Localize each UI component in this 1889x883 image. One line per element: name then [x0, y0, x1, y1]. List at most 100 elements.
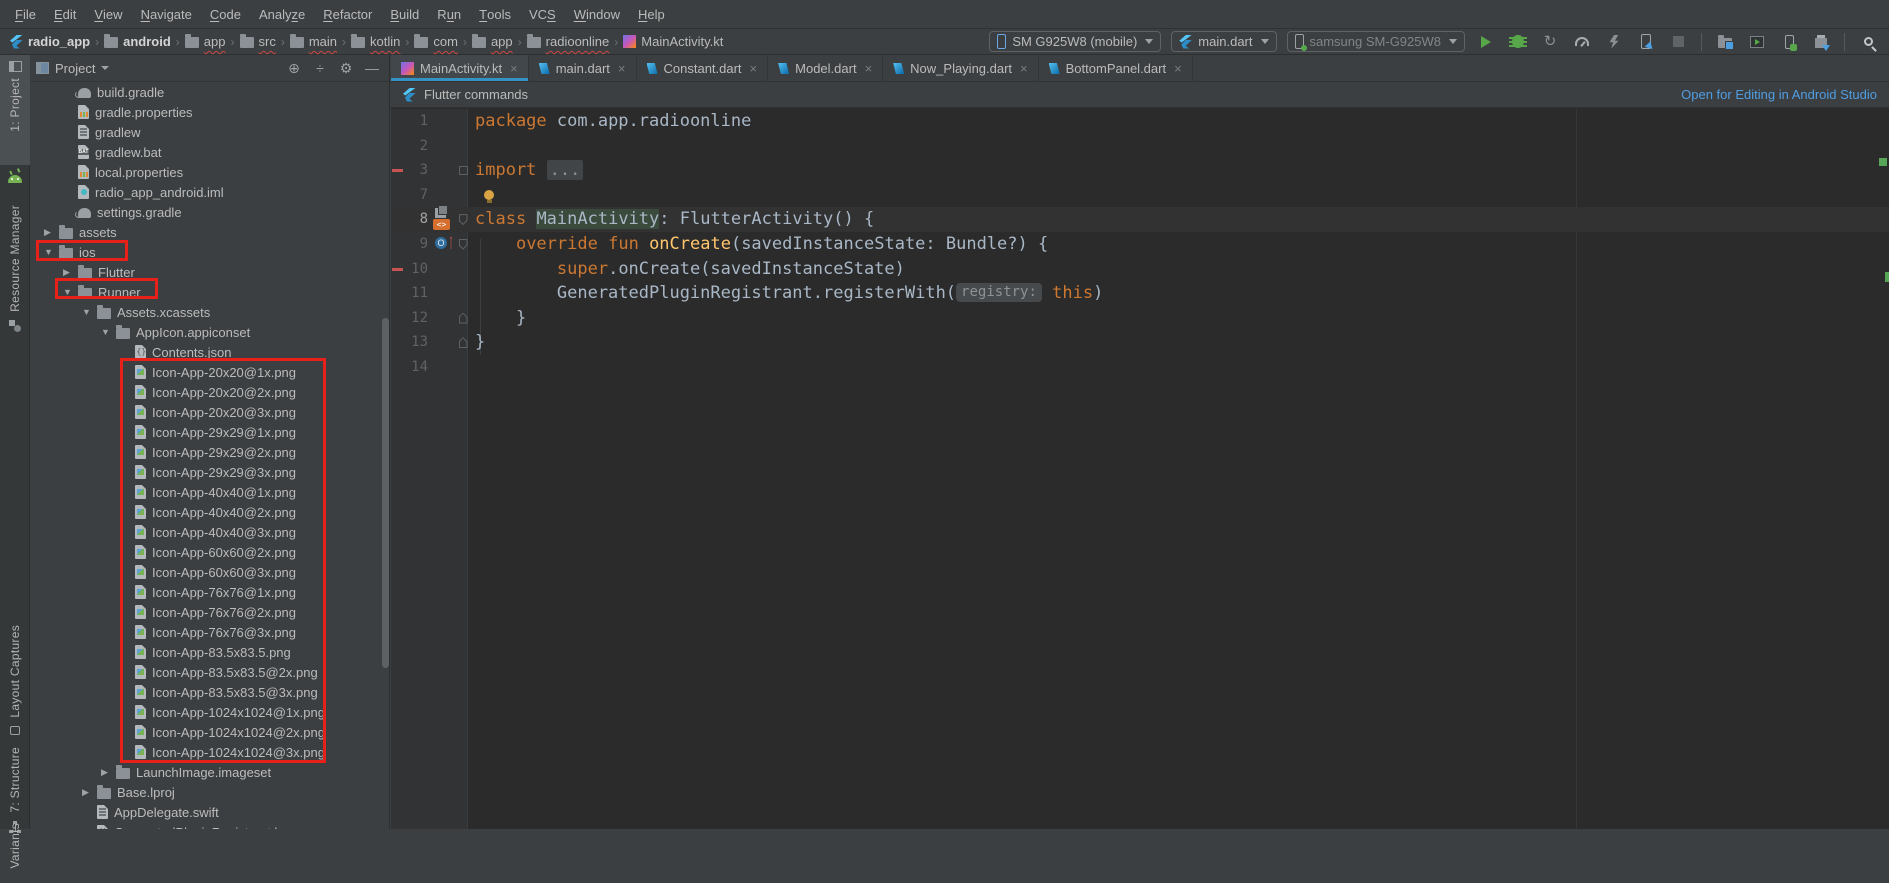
breadcrumb-item-radioonline[interactable]: radioonline [527, 34, 610, 49]
tree-row-icon-app-76x76-3x-png[interactable]: Icon-App-76x76@3x.png [30, 622, 389, 642]
tab-model-dart[interactable]: Model.dart× [768, 55, 883, 81]
search-everywhere-button[interactable] [1857, 31, 1879, 53]
tree-row-local-properties[interactable]: local.properties [30, 162, 389, 182]
breadcrumb-item-app[interactable]: app [472, 34, 513, 49]
locate-file-button[interactable]: ⊕ [283, 57, 305, 79]
menu-item-refactor[interactable]: Refactor [314, 0, 381, 28]
breadcrumb-item-src[interactable]: src [240, 34, 276, 49]
menu-item-build[interactable]: Build [381, 0, 428, 28]
tree-row-gradlew[interactable]: gradlew [30, 122, 389, 142]
menu-item-help[interactable]: Help [629, 0, 674, 28]
hide-panel-button[interactable]: — [361, 57, 383, 79]
tree-row-generatedpluginregistrant-h[interactable]: GeneratedPluginRegistrant.h [30, 822, 389, 829]
sidebar-item-project[interactable]: 1: Project [0, 55, 30, 165]
tree-row-icon-app-29x29-1x-png[interactable]: Icon-App-29x29@1x.png [30, 422, 389, 442]
tree-row-base-lproj[interactable]: ▶Base.lproj [30, 782, 389, 802]
tab-constant-dart[interactable]: Constant.dart× [637, 55, 769, 81]
tab-now_playing-dart[interactable]: Now_Playing.dart× [883, 55, 1038, 81]
gutter-icons[interactable]: <> [433, 208, 459, 231]
menu-item-code[interactable]: Code [201, 0, 250, 28]
tree-row-appicon-appiconset[interactable]: ▼AppIcon.appiconset [30, 322, 389, 342]
tab-bottompanel-dart[interactable]: BottomPanel.dart× [1039, 55, 1193, 81]
avd-manager-button[interactable] [1746, 31, 1768, 53]
tree-row-contents-json[interactable]: Contents.json [30, 342, 389, 362]
sidebar-item-resource-manager[interactable]: Resource Manager [0, 205, 30, 335]
menu-item-tools[interactable]: Tools [470, 0, 520, 28]
tree-row-icon-app-1024x1024-3x-png[interactable]: Icon-App-1024x1024@3x.png [30, 742, 389, 762]
tree-row-icon-app-1024x1024-2x-png[interactable]: Icon-App-1024x1024@2x.png [30, 722, 389, 742]
breadcrumb-item-android[interactable]: android [104, 34, 171, 49]
profile-button[interactable] [1571, 31, 1593, 53]
menu-item-edit[interactable]: Edit [45, 0, 85, 28]
tab-mainactivity-kt[interactable]: MainActivity.kt× [391, 55, 529, 81]
tree-row-assets[interactable]: ▶assets [30, 222, 389, 242]
breadcrumb-item-main[interactable]: main [290, 34, 337, 49]
gutter-icons[interactable]: O [433, 233, 459, 256]
tree-scrollbar[interactable] [382, 318, 389, 668]
fold-marker[interactable] [457, 330, 469, 355]
lightbulb-icon[interactable] [484, 190, 494, 200]
tree-row-icon-app-76x76-1x-png[interactable]: Icon-App-76x76@1x.png [30, 582, 389, 602]
breadcrumb-item-app[interactable]: app [185, 34, 226, 49]
menu-item-analyze[interactable]: Analyze [250, 0, 314, 28]
tree-row-flutter[interactable]: ▶Flutter [30, 262, 389, 282]
menu-item-view[interactable]: View [85, 0, 131, 28]
breadcrumb-item-radio_app[interactable]: radio_app [10, 34, 90, 49]
tree-row-launchimage-imageset[interactable]: ▶LaunchImage.imageset [30, 762, 389, 782]
tree-row-icon-app-83-5x83-5-3x-png[interactable]: Icon-App-83.5x83.5@3x.png [30, 682, 389, 702]
breadcrumb-item-com[interactable]: com [414, 34, 458, 49]
tree-row-gradlew-bat[interactable]: gradlew.bat [30, 142, 389, 162]
sidebar-item-structure[interactable]: 7: Structure [0, 747, 30, 833]
sidebar-item-layout-captures[interactable]: Layout Captures [0, 625, 30, 735]
tree-row-icon-app-20x20-1x-png[interactable]: Icon-App-20x20@1x.png [30, 362, 389, 382]
tree-row-icon-app-29x29-2x-png[interactable]: Icon-App-29x29@2x.png [30, 442, 389, 462]
settings-gear-button[interactable]: ⚙ [335, 57, 357, 79]
collapse-all-button[interactable]: ÷ [309, 57, 331, 79]
close-tab-icon[interactable]: × [1174, 62, 1182, 75]
breadcrumb-item-kotlin[interactable]: kotlin [351, 34, 400, 49]
apply-code-changes-button[interactable] [1603, 31, 1625, 53]
fold-marker[interactable] [457, 158, 469, 183]
tree-row-radio_app_android-iml[interactable]: radio_app_android.iml [30, 182, 389, 202]
code-editor[interactable]: 1package com.app.radioonline23import ...… [391, 109, 1889, 829]
tree-row-icon-app-83-5x83-5-2x-png[interactable]: Icon-App-83.5x83.5@2x.png [30, 662, 389, 682]
close-tab-icon[interactable]: × [750, 62, 758, 75]
open-in-android-studio-link[interactable]: Open for Editing in Android Studio [1681, 87, 1877, 102]
tree-row-gradle-properties[interactable]: gradle.properties [30, 102, 389, 122]
tree-row-ios[interactable]: ▼ios [30, 242, 389, 262]
tree-row-build-gradle[interactable]: build.gradle [30, 82, 389, 102]
run-config-dropdown[interactable]: main.dart [1171, 31, 1276, 52]
tab-main-dart[interactable]: main.dart× [529, 55, 637, 81]
close-tab-icon[interactable]: × [865, 62, 873, 75]
panel-title[interactable]: Project [55, 61, 95, 76]
menu-item-navigate[interactable]: Navigate [132, 0, 201, 28]
device-manager-button[interactable] [1778, 31, 1800, 53]
tree-row-icon-app-40x40-1x-png[interactable]: Icon-App-40x40@1x.png [30, 482, 389, 502]
device-selector-dropdown[interactable]: SM G925W8 (mobile) [989, 31, 1161, 52]
stop-button[interactable] [1667, 31, 1689, 53]
debug-button[interactable] [1507, 31, 1529, 53]
breadcrumb-item-mainactivity-kt[interactable]: MainActivity.kt [623, 34, 723, 49]
tree-row-runner[interactable]: ▼Runner [30, 282, 389, 302]
fold-marker[interactable] [457, 207, 469, 232]
tree-row-icon-app-76x76-2x-png[interactable]: Icon-App-76x76@2x.png [30, 602, 389, 622]
target-device-dropdown[interactable]: samsung SM-G925W8 [1287, 31, 1466, 52]
close-tab-icon[interactable]: × [1020, 62, 1028, 75]
tree-row-appdelegate-swift[interactable]: AppDelegate.swift [30, 802, 389, 822]
fold-marker[interactable] [457, 306, 469, 331]
attach-debugger-button[interactable] [1635, 31, 1657, 53]
tree-row-icon-app-60x60-2x-png[interactable]: Icon-App-60x60@2x.png [30, 542, 389, 562]
sidebar-item-variants[interactable]: Variants [0, 823, 30, 883]
tree-row-icon-app-29x29-3x-png[interactable]: Icon-App-29x29@3x.png [30, 462, 389, 482]
tree-row-icon-app-1024x1024-1x-png[interactable]: Icon-App-1024x1024@1x.png [30, 702, 389, 722]
tree-row-icon-app-20x20-2x-png[interactable]: Icon-App-20x20@2x.png [30, 382, 389, 402]
tree-row-icon-app-40x40-2x-png[interactable]: Icon-App-40x40@2x.png [30, 502, 389, 522]
tree-row-assets-xcassets[interactable]: ▼Assets.xcassets [30, 302, 389, 322]
tree-row-icon-app-60x60-3x-png[interactable]: Icon-App-60x60@3x.png [30, 562, 389, 582]
tree-row-icon-app-40x40-3x-png[interactable]: Icon-App-40x40@3x.png [30, 522, 389, 542]
tree-row-settings-gradle[interactable]: settings.gradle [30, 202, 389, 222]
sdk-manager-button[interactable] [1810, 31, 1832, 53]
close-tab-icon[interactable]: × [618, 62, 626, 75]
run-button[interactable] [1475, 31, 1497, 53]
apply-changes-button[interactable]: ↻ [1539, 31, 1561, 53]
